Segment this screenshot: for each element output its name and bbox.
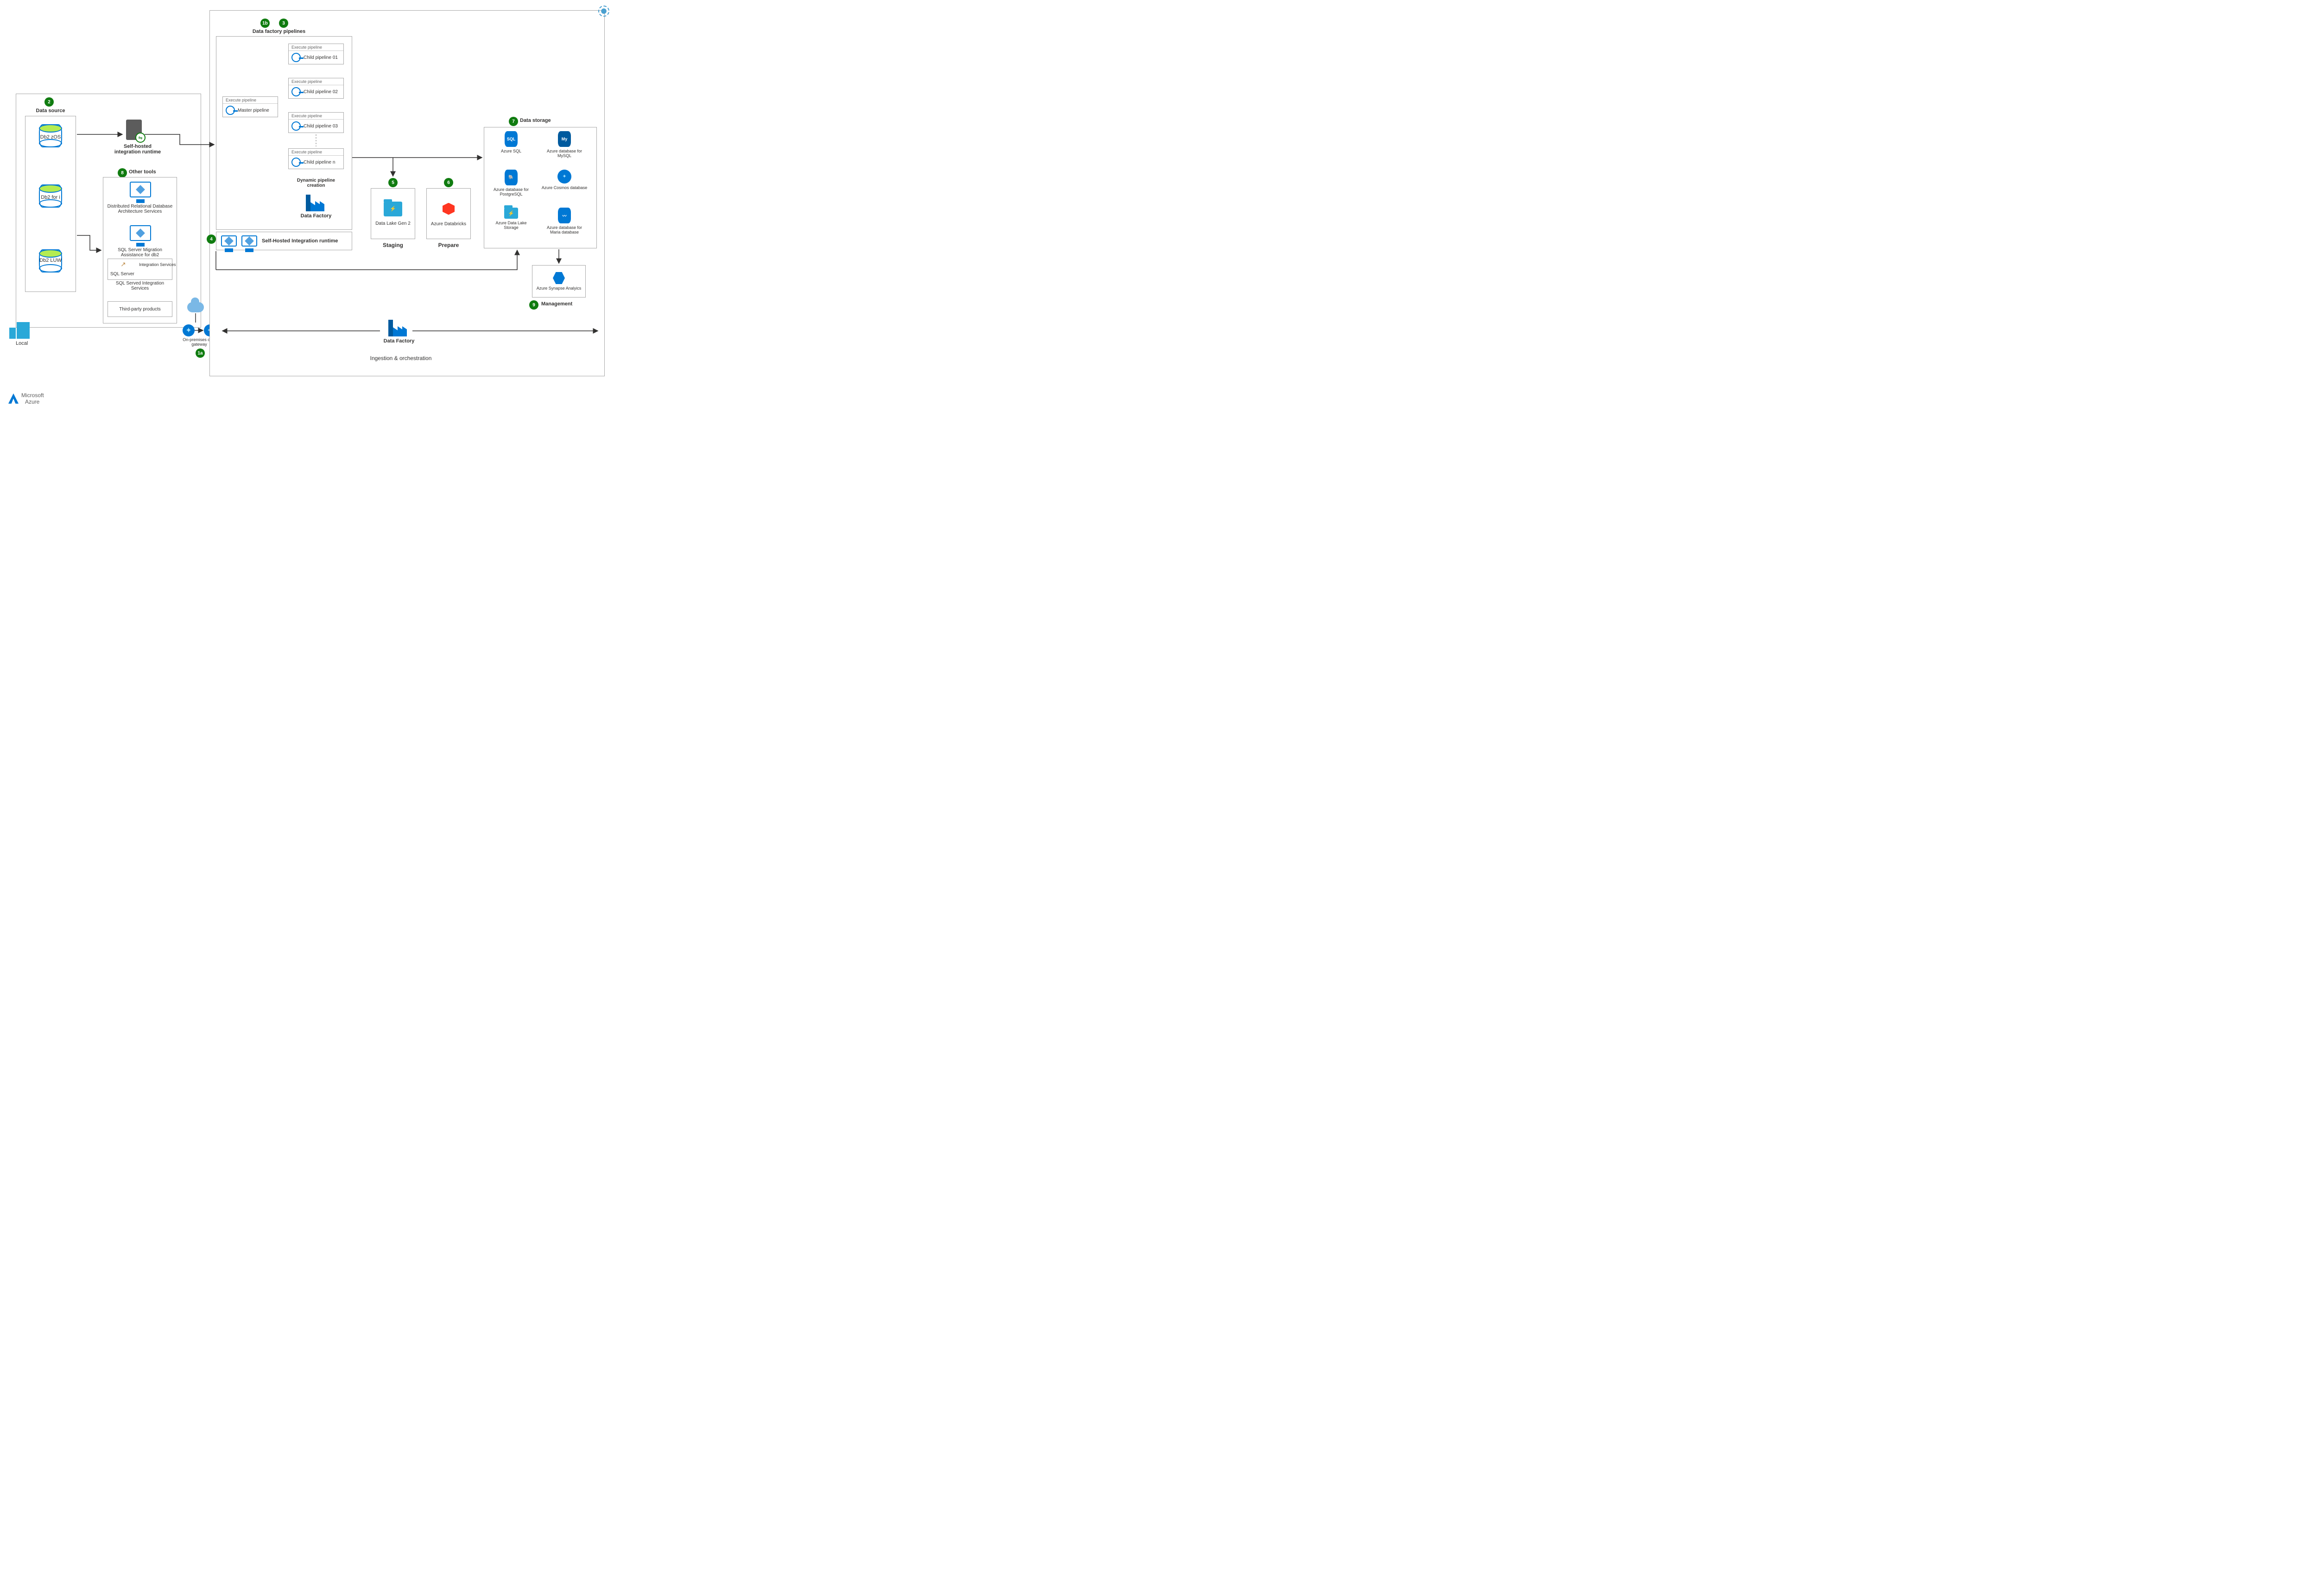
- sql-icon: SQL: [505, 131, 518, 147]
- ingestion-caption: Ingestion & orchestration: [366, 355, 436, 361]
- maria-icon: 〰: [558, 208, 571, 223]
- brand-line2: Azure: [25, 399, 44, 405]
- master-pipeline-header: Execute pipeline: [223, 97, 278, 104]
- other-tools-title: Other tools: [129, 169, 156, 175]
- shir-server-icon: ⇋: [126, 120, 142, 140]
- third-party-box: Third-party products: [108, 301, 172, 317]
- third-party-label: Third-party products: [119, 307, 160, 312]
- data-factory-icon-2: [388, 320, 407, 336]
- badge-7: 7: [509, 117, 518, 126]
- azure-cosmos: ✦Azure Cosmos database: [541, 170, 588, 206]
- dynamic-pipeline-label: Dynamic pipeline creation: [288, 178, 344, 188]
- shir2-box: Self-Hosted Integration runtime: [216, 232, 352, 250]
- badge-1a: 1a: [196, 348, 205, 358]
- badge-8: 8: [118, 168, 127, 177]
- badge-9: 9: [529, 300, 538, 310]
- pipelines-title: Data factory pipelines: [247, 29, 311, 34]
- data-factory-icon-1: [306, 195, 324, 211]
- pipeline-icon: [291, 53, 301, 62]
- building-icon: [17, 322, 30, 339]
- db2-zos-label: Db2 zOS: [34, 134, 67, 140]
- shir2-monitor-2: [241, 235, 257, 247]
- staging-caption: Staging: [371, 242, 415, 248]
- adls-icon: ⚡: [504, 208, 518, 219]
- postgres-icon: 🐘: [505, 170, 518, 185]
- management-caption: Management: [541, 301, 572, 307]
- azure-sql: SQLAzure SQL: [488, 131, 534, 168]
- ssis-side: Integration Services: [139, 262, 176, 267]
- db2-luw-label: Db2 LUW: [34, 258, 67, 263]
- pipelines-box: [216, 36, 352, 230]
- master-pipeline-name: Master pipeline: [238, 108, 269, 113]
- storage-title: Data storage: [520, 118, 551, 123]
- mysql-icon: My: [558, 131, 571, 147]
- datalake-icon: ⚡: [384, 202, 402, 216]
- azure-mysql: MyAzure database for MySQL: [541, 131, 588, 168]
- cosmos-icon: ✦: [557, 170, 571, 184]
- ssis-caption: SQL Served Integration Services: [111, 281, 169, 291]
- azure-adls: ⚡Azure Data Lake Storage: [488, 208, 534, 244]
- ssis-brand: SQL Server: [110, 272, 134, 277]
- microsoft-azure-logo: Microsoft Azure: [8, 392, 44, 405]
- gateway-left-icon: [183, 324, 195, 336]
- staging-box: ⚡ Data Lake Gen 2: [371, 188, 415, 239]
- badge-1b: 1b: [260, 19, 270, 28]
- prepare-service: Azure Databricks: [431, 222, 466, 227]
- ssis-box: [108, 259, 172, 280]
- azure-postgresql: 🐘Azure database for PostgreSQL: [488, 170, 534, 206]
- shir2-label: Self-Hosted Integration runtime: [262, 238, 338, 244]
- prepare-box: Azure Databricks: [426, 188, 471, 239]
- cloud-icon: [187, 302, 204, 312]
- child-pipeline-n: Execute pipeline Child pipeline n: [288, 148, 344, 169]
- architecture-diagram: Local 2 Data source Db2 zOS Db2 for i Db…: [0, 0, 612, 408]
- management-box: Azure Synapse Analyics: [532, 265, 586, 298]
- databricks-icon: [441, 201, 456, 217]
- ssis-arrow-icon: ↗: [120, 260, 126, 268]
- ssma-label: SQL Server Migration Assistance for db2: [107, 247, 173, 258]
- brand-line1: Microsoft: [21, 392, 44, 399]
- badge-4: 4: [207, 234, 216, 244]
- storage-box: SQLAzure SQL MyAzure database for MySQL …: [484, 127, 597, 248]
- pipeline-icon: [291, 121, 301, 131]
- pipeline-icon: [226, 106, 235, 115]
- drda-icon: [130, 182, 151, 197]
- badge-5: 5: [388, 178, 398, 187]
- pipeline-icon: [291, 158, 301, 167]
- local-label: Local: [16, 341, 28, 346]
- db2-i-label: Db2 for i: [34, 195, 67, 200]
- azure-maria: 〰Azure database for Maria database: [541, 208, 588, 244]
- data-source-title: Data source: [30, 108, 71, 114]
- child-pipeline-3: Execute pipeline Child pipeline 03: [288, 112, 344, 133]
- synapse-label: Azure Synapse Analyics: [537, 286, 582, 291]
- badge-2: 2: [44, 97, 54, 107]
- child-pipeline-2: Execute pipeline Child pipeline 02: [288, 78, 344, 99]
- prepare-caption: Prepare: [426, 242, 471, 248]
- badge-3: 3: [279, 19, 288, 28]
- badge-6: 6: [444, 178, 453, 187]
- child-pipeline-1: Execute pipeline Child pipeline 01: [288, 44, 344, 64]
- data-factory-label-1: Data Factory: [298, 213, 335, 219]
- ssma-icon: [130, 225, 151, 241]
- data-factory-label-2: Data Factory: [378, 338, 420, 344]
- pipeline-icon: [291, 87, 301, 96]
- shir2-monitor-1: [221, 235, 237, 247]
- drda-label: Distributed Relational Database Architec…: [107, 204, 173, 214]
- synapse-icon: [553, 272, 565, 284]
- shir-label: Self-hosted integration runtime: [110, 144, 165, 155]
- azure-logo-icon: [8, 393, 19, 404]
- master-pipeline-box: Execute pipeline Master pipeline: [222, 96, 278, 117]
- azure-corner-icon: [598, 6, 609, 17]
- staging-service: Data Lake Gen 2: [375, 221, 411, 226]
